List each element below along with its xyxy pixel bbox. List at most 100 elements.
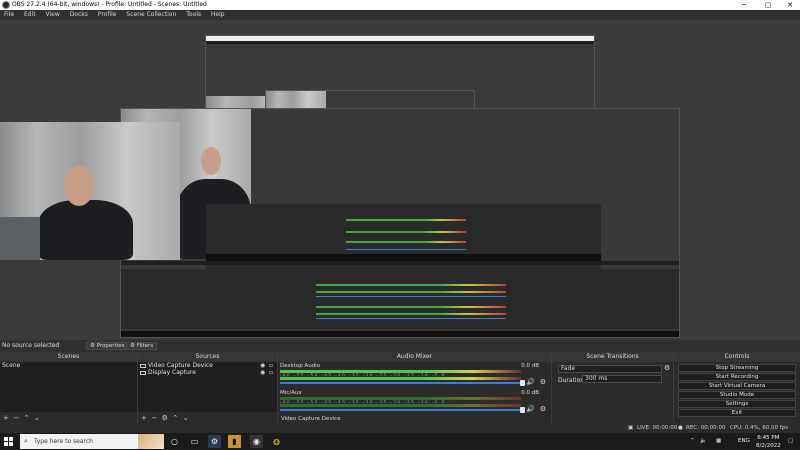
menu-help[interactable]: Help	[207, 10, 229, 20]
clock[interactable]: 6:45 PM 8/2/2022	[756, 434, 781, 450]
mixer-track-video-capture: Video Capture Device	[281, 416, 341, 422]
exit-button[interactable]: Exit	[678, 409, 796, 417]
webcam-feed	[0, 122, 180, 260]
menu-scene-collection[interactable]: Scene Collection	[122, 10, 180, 20]
eye-icon[interactable]: ◉	[260, 369, 265, 376]
track-name: Mic/Aux	[280, 390, 302, 396]
add-source-button[interactable]: +	[141, 414, 147, 422]
clock-time: 6:45 PM	[757, 435, 780, 441]
filters-label: Filters	[136, 343, 154, 349]
duration-field[interactable]: 300 ms	[582, 375, 662, 383]
studio-mode-button[interactable]: Studio Mode	[678, 391, 796, 399]
maximize-button[interactable]: ▢	[758, 0, 778, 10]
scenes-dock: Scenes Scene + − ⌃ ⌄	[0, 352, 138, 424]
volume-slider[interactable]	[280, 409, 521, 411]
menu-view[interactable]: View	[42, 10, 64, 20]
obs-window: OBS 27.2.4 (64-bit, windows) - Profile: …	[0, 0, 800, 450]
menu-tools[interactable]: Tools	[182, 10, 205, 20]
windows-taskbar: ⌕ Type here to search ○ ▭ ⚙ ▮ ◉ ◍ ⌃ 🔈 ▦ …	[0, 433, 800, 450]
track-name: Desktop Audio	[280, 363, 321, 369]
search-placeholder: Type here to search	[34, 438, 93, 445]
scenes-list[interactable]: Scene	[0, 362, 137, 412]
scene-item[interactable]: Scene	[0, 362, 137, 369]
no-source-label: No source selected	[2, 342, 60, 349]
record-icon: ●	[678, 425, 683, 431]
title-bar: OBS 27.2.4 (64-bit, windows) - Profile: …	[0, 0, 800, 10]
audio-mixer-title: Audio Mixer	[278, 352, 551, 362]
taskbar-search-input[interactable]: ⌕ Type here to search	[20, 434, 164, 449]
menu-bar: File Edit View Docks Profile Scene Colle…	[0, 10, 800, 20]
move-source-down-button[interactable]: ⌄	[183, 414, 189, 422]
menu-file[interactable]: File	[0, 10, 18, 20]
speaker-icon[interactable]: 🔊	[526, 378, 535, 386]
clock-date: 8/2/2022	[756, 443, 781, 449]
start-recording-button[interactable]: Start Recording	[678, 373, 796, 381]
notification-icon[interactable]: ▢	[788, 433, 793, 450]
sources-dock: Sources Video Capture Device ◉ ▫ Display…	[138, 352, 278, 424]
preview-canvas[interactable]	[0, 20, 800, 340]
add-scene-button[interactable]: +	[3, 414, 9, 422]
speaker-tray-icon[interactable]: 🔈	[700, 433, 707, 450]
steam-icon[interactable]: ⚙	[208, 435, 221, 448]
language-indicator[interactable]: ENG	[738, 433, 750, 450]
network-tray-icon[interactable]: ▦	[716, 433, 721, 450]
volume-slider-knob[interactable]	[520, 380, 525, 386]
filters-button[interactable]: ⚙ Filters	[126, 342, 158, 350]
close-button[interactable]: ✕	[780, 0, 800, 10]
properties-label: Properties	[96, 343, 125, 349]
lock-icon[interactable]: ▫	[269, 362, 273, 369]
vu-meter	[280, 377, 521, 380]
move-scene-up-button[interactable]: ⌃	[24, 414, 30, 422]
source-toolbar: No source selected ⚙ Properties ⚙ Filter…	[0, 340, 800, 352]
start-virtual-camera-button[interactable]: Start Virtual Camera	[678, 382, 796, 390]
network-icon: ▣	[628, 425, 634, 431]
eye-icon[interactable]: ◉	[260, 362, 265, 369]
rec-timer: REC: 00:00:00	[686, 425, 726, 431]
sources-title: Sources	[138, 352, 277, 362]
remove-source-button[interactable]: −	[151, 414, 157, 422]
transition-settings-gear-icon[interactable]: ⚙	[664, 364, 670, 372]
gear-icon[interactable]: ⚙	[540, 378, 546, 386]
stop-streaming-button[interactable]: Stop Streaming	[678, 364, 796, 372]
tray-up-arrow-icon[interactable]: ⌃	[690, 433, 695, 450]
live-timer: LIVE: 00:00:00	[637, 425, 678, 431]
source-item[interactable]: Display Capture ◉ ▫	[138, 369, 277, 376]
sources-list[interactable]: Video Capture Device ◉ ▫ Display Capture…	[138, 362, 277, 412]
app-icon[interactable]: ▮	[228, 435, 241, 448]
source-settings-gear-icon[interactable]: ⚙	[162, 414, 168, 422]
mixer-track-mic-aux: Mic/Aux 0.0 dB -60 -55 -50 -45 -40 -35 -…	[280, 390, 549, 414]
window-title: OBS 27.2.4 (64-bit, windows) - Profile: …	[12, 1, 207, 8]
sources-footer: + − ⚙ ⌃ ⌄	[138, 412, 277, 424]
vu-ticks: -60 -55 -50 -45 -40 -35 -30 -25 -20 -15 …	[280, 400, 446, 403]
gear-icon[interactable]: ⚙	[540, 405, 546, 413]
volume-slider[interactable]	[280, 382, 521, 384]
menu-edit[interactable]: Edit	[20, 10, 40, 20]
transition-select[interactable]: Fade	[558, 365, 662, 373]
properties-button[interactable]: ⚙ Properties	[86, 342, 129, 350]
move-source-up-button[interactable]: ⌃	[172, 414, 178, 422]
settings-button[interactable]: Settings	[678, 400, 796, 408]
windows-start-icon[interactable]	[4, 437, 13, 446]
minimize-button[interactable]: ─	[734, 0, 754, 10]
move-scene-down-button[interactable]: ⌄	[34, 414, 40, 422]
volume-slider-knob[interactable]	[520, 407, 525, 413]
menu-docks[interactable]: Docks	[66, 10, 92, 20]
controls-title: Controls	[674, 352, 800, 362]
speaker-icon[interactable]: 🔊	[526, 405, 535, 413]
source-item-label: Display Capture	[148, 369, 196, 376]
task-view-icon[interactable]: ○	[168, 435, 181, 448]
menu-profile[interactable]: Profile	[94, 10, 121, 20]
controls-dock: Controls Stop Streaming Start Recording …	[674, 352, 800, 424]
obs-taskbar-icon[interactable]: ◉	[250, 435, 263, 448]
nested-frame	[120, 108, 680, 338]
remove-scene-button[interactable]: −	[13, 414, 19, 422]
duration-label: Duration	[558, 377, 585, 384]
chrome-icon[interactable]: ◍	[270, 435, 283, 448]
mixer-track-desktop-audio: Desktop Audio 0.0 dB -60 -55 -50 -45 -40…	[280, 363, 549, 387]
search-highlight-image	[138, 434, 164, 449]
source-item[interactable]: Video Capture Device ◉ ▫	[138, 362, 277, 369]
task-view-windows-icon[interactable]: ▭	[188, 435, 201, 448]
lock-icon[interactable]: ▫	[269, 369, 273, 376]
monitor-icon	[140, 370, 146, 375]
source-item-label: Video Capture Device	[148, 362, 214, 369]
